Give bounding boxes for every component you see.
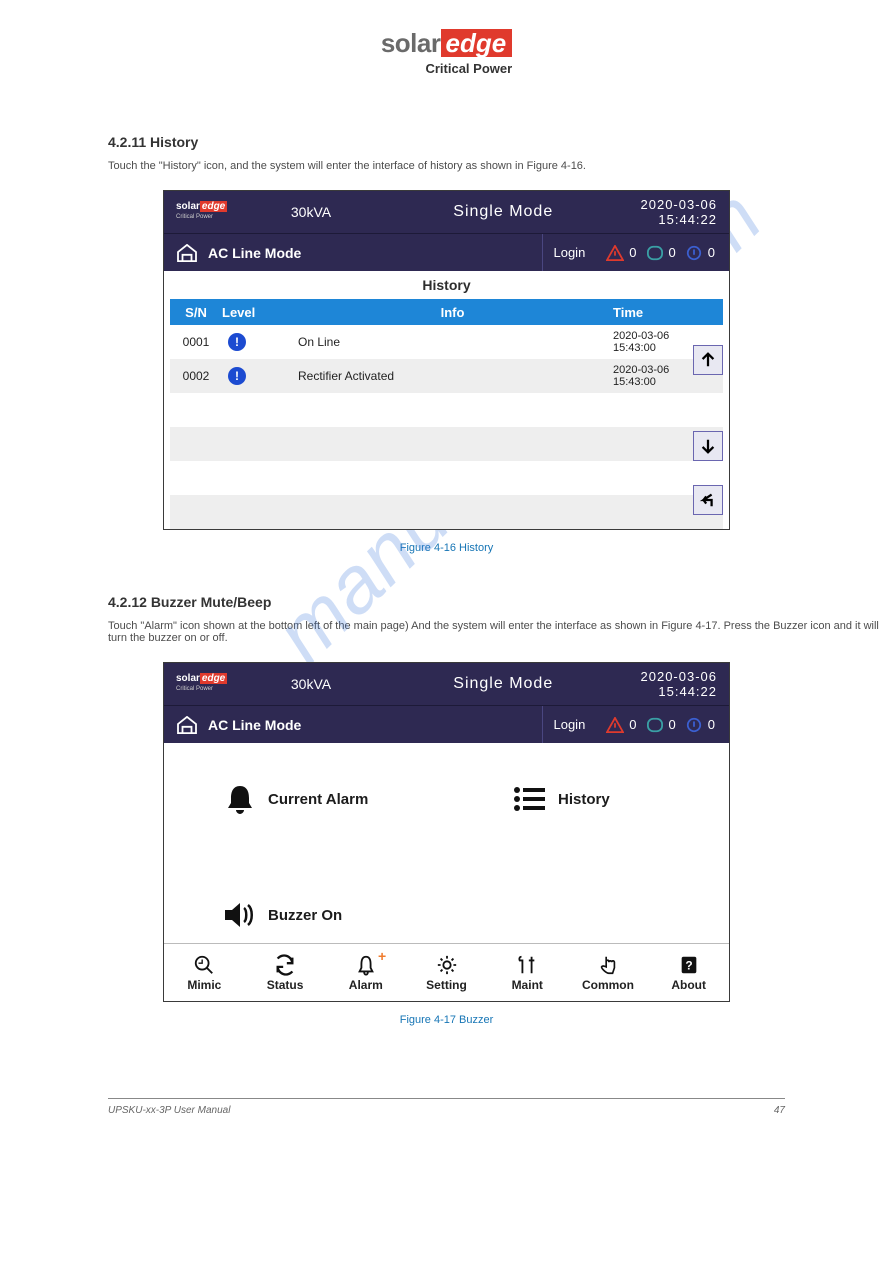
logo-subtitle: Critical Power: [381, 61, 512, 76]
login-button[interactable]: Login: [542, 706, 595, 743]
section-history-title: 4.2.11 History: [108, 134, 893, 150]
level-info-icon: !: [228, 333, 246, 351]
figure-caption-1: Figure 4-16 History: [0, 542, 893, 554]
logo-solar-text: solar: [381, 28, 441, 58]
history-title: History: [164, 271, 729, 299]
col-sn: S/N: [170, 305, 222, 320]
device-alarm-screenshot: solaredge Critical Power 30kVA Single Mo…: [163, 662, 730, 1002]
nav-alarm[interactable]: + Alarm: [325, 944, 406, 1001]
nav-maint[interactable]: Maint: [487, 944, 568, 1001]
section-history-paragraph: Touch the "History" icon, and the system…: [108, 160, 893, 172]
info-rounded-icon: [645, 716, 665, 734]
device-mode: Single Mode: [366, 203, 641, 221]
about-icon: ?: [678, 954, 700, 976]
col-time: Time: [613, 305, 723, 320]
page-header: solaredge Critical Power: [0, 0, 893, 78]
section-buzzer-paragraph: Touch "Alarm" icon shown at the bottom l…: [108, 620, 893, 644]
device-logo: solaredge Critical Power: [176, 202, 256, 222]
device-topbar: solaredge Critical Power 30kVA Single Mo…: [164, 191, 729, 233]
logo-edge-text: edge: [441, 29, 512, 57]
warning-triangle-icon: [605, 244, 625, 262]
device-subbar: AC Line Mode Login 0 0 0: [164, 233, 729, 271]
info-rounded-icon: [645, 244, 665, 262]
footer-left: UPSKU-xx-3P User Manual: [108, 1105, 288, 1116]
level-info-icon: !: [228, 367, 246, 385]
bell-outline-icon: [355, 954, 377, 976]
info-count: 0: [669, 245, 676, 260]
buzzer-on-menu-item[interactable]: Buzzer On: [220, 887, 420, 943]
device-kva: 30kVA: [256, 676, 366, 692]
nav-status[interactable]: Status: [245, 944, 326, 1001]
history-row-empty: [170, 427, 723, 461]
figure-caption-2: Figure 4-17 Buzzer: [0, 1014, 893, 1026]
history-header-row: S/N Level Info Time: [170, 299, 723, 325]
back-button[interactable]: [693, 485, 723, 515]
device-history-screenshot: solaredge Critical Power 30kVA Single Mo…: [163, 190, 730, 530]
subbar-mode-label: AC Line Mode: [208, 245, 542, 261]
device-datetime: 2020-03-06 15:44:22: [641, 197, 718, 227]
brand-logo: solaredge Critical Power: [381, 28, 512, 76]
bell-icon: [220, 782, 260, 816]
current-alarm-menu-item[interactable]: Current Alarm: [220, 771, 420, 827]
history-row[interactable]: 0001 ! On Line 2020-03-06 15:43:00: [170, 325, 723, 359]
speaker-icon: [220, 898, 260, 932]
refresh-icon: [274, 954, 296, 976]
footer-page-number: 47: [725, 1105, 785, 1116]
svg-text:?: ?: [685, 958, 692, 972]
alarm-counters: 0 0 0: [595, 244, 729, 262]
nav-setting[interactable]: Setting: [406, 944, 487, 1001]
device-datetime: 2020-03-06 15:44:22: [641, 669, 718, 699]
home-icon[interactable]: [174, 242, 200, 264]
gear-icon: [436, 954, 458, 976]
nav-common[interactable]: Common: [568, 944, 649, 1001]
device-subbar: AC Line Mode Login 0 0 0: [164, 705, 729, 743]
alarm-counters: 0 0 0: [595, 716, 729, 734]
history-menu-item[interactable]: History: [510, 771, 710, 827]
history-row-empty: [170, 393, 723, 427]
nav-mimic[interactable]: Mimic: [164, 944, 245, 1001]
login-button[interactable]: Login: [542, 234, 595, 271]
list-icon: [510, 782, 550, 816]
history-row-empty: [170, 495, 723, 529]
warning-triangle-icon: [605, 716, 625, 734]
subbar-mode-label: AC Line Mode: [208, 717, 542, 733]
notice-count: 0: [708, 245, 715, 260]
scroll-down-button[interactable]: [693, 431, 723, 461]
device-kva: 30kVA: [256, 204, 366, 220]
notice-circle-icon: [684, 244, 704, 262]
mimic-icon: [193, 954, 215, 976]
device-logo: solaredge Critical Power: [176, 674, 256, 694]
col-level: Level: [222, 305, 292, 320]
alarm-badge-icon: +: [378, 948, 386, 964]
page-footer: UPSKU-xx-3P User Manual 47: [108, 1098, 785, 1140]
history-row[interactable]: 0002 ! Rectifier Activated 2020-03-06 15…: [170, 359, 723, 393]
scroll-up-button[interactable]: [693, 345, 723, 375]
section-buzzer-title: 4.2.12 Buzzer Mute/Beep: [108, 594, 893, 610]
device-mode: Single Mode: [366, 675, 641, 693]
device-topbar: solaredge Critical Power 30kVA Single Mo…: [164, 663, 729, 705]
home-icon[interactable]: [174, 714, 200, 736]
alarm-menu-body: Current Alarm History Buzzer On: [164, 743, 729, 943]
hand-tap-icon: [597, 954, 619, 976]
history-body: 0001 ! On Line 2020-03-06 15:43:00 0002 …: [170, 325, 723, 529]
notice-circle-icon: [684, 716, 704, 734]
footer-center: [288, 1105, 725, 1116]
tools-icon: [516, 954, 538, 976]
col-info: Info: [292, 305, 613, 320]
nav-about[interactable]: ? About: [648, 944, 729, 1001]
history-row-empty: [170, 461, 723, 495]
warn-count: 0: [629, 245, 636, 260]
bottom-nav: Mimic Status + Alarm Setting Maint Commo…: [164, 943, 729, 1001]
